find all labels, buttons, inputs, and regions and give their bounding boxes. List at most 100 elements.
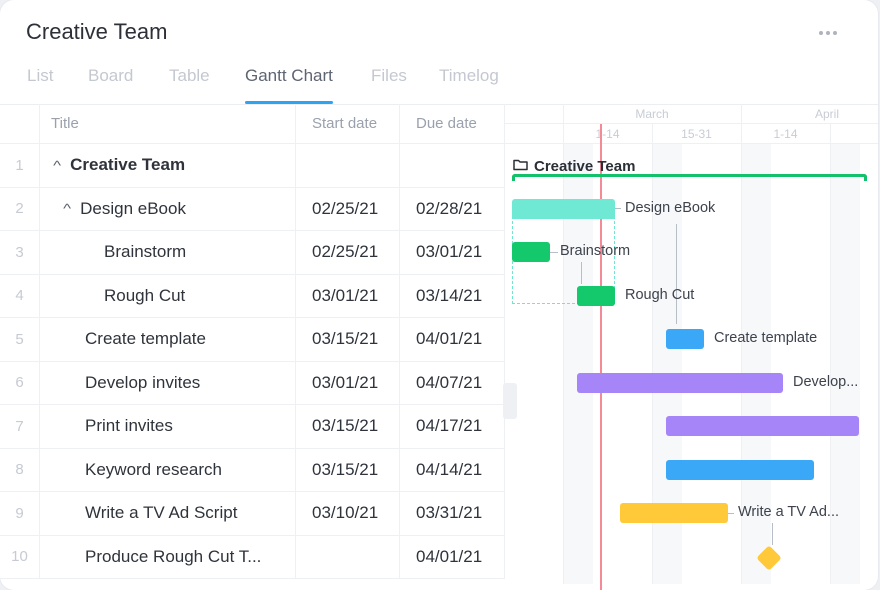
task-title: Write a TV Ad Script <box>85 503 238 523</box>
month-label-april: April <box>815 107 840 121</box>
task-title: Creative Team <box>70 155 186 175</box>
due-date-cell[interactable]: 04/17/21 <box>400 405 505 448</box>
folder-icon <box>513 158 528 175</box>
period-label: 1-14 <box>595 127 620 141</box>
task-title: Rough Cut <box>104 285 186 305</box>
title-cell[interactable]: Brainstorm <box>40 231 296 274</box>
table-row[interactable]: 2 ^ Design eBook 02/25/21 02/28/21 <box>0 187 505 231</box>
task-bar[interactable] <box>577 285 615 306</box>
task-bar-label: Write a TV Ad... <box>738 504 840 520</box>
start-date-cell[interactable]: 02/25/21 <box>296 231 400 274</box>
column-header-due-date[interactable]: Due date <box>400 104 505 143</box>
title-cell[interactable]: Write a TV Ad Script <box>40 492 296 535</box>
view-tabs: List Board Table Gantt Chart Files Timel… <box>0 66 878 104</box>
connector <box>615 208 621 209</box>
task-bar[interactable] <box>512 242 550 262</box>
row-number: 5 <box>0 318 40 361</box>
task-title: Produce Rough Cut T... <box>85 546 262 566</box>
column-header-start-date[interactable]: Start date <box>296 104 400 143</box>
task-title: Brainstorm <box>104 242 187 262</box>
grid-header: Title Start date Due date <box>0 104 505 144</box>
due-date-cell[interactable]: 04/01/21 <box>400 318 505 361</box>
task-bar[interactable] <box>620 503 728 523</box>
row-number: 4 <box>0 274 40 317</box>
table-row[interactable]: 8 Keyword research 03/15/21 04/14/21 <box>0 448 505 492</box>
dependency-arrow <box>581 262 582 284</box>
table-row[interactable]: 7 Print invites 03/15/21 04/17/21 <box>0 405 505 449</box>
due-date-cell[interactable]: 03/01/21 <box>400 231 505 274</box>
connector <box>728 513 734 514</box>
due-date-cell[interactable] <box>400 144 505 187</box>
period-label: 15-31 <box>681 127 712 141</box>
start-date-cell[interactable]: 03/15/21 <box>296 318 400 361</box>
due-date-cell[interactable]: 04/14/21 <box>400 448 505 491</box>
title-cell[interactable]: Keyword research <box>40 448 296 491</box>
project-title: Creative Team <box>26 19 168 44</box>
table-row[interactable]: 9 Write a TV Ad Script 03/10/21 03/31/21 <box>0 492 505 536</box>
timeline-month-header: March April <box>505 104 878 124</box>
due-date-cell[interactable]: 04/01/21 <box>400 535 505 578</box>
more-horizontal-icon[interactable] <box>819 31 837 35</box>
row-number: 7 <box>0 405 40 448</box>
task-title: Print invites <box>85 416 173 436</box>
row-number: 8 <box>0 448 40 491</box>
task-bar-label: Create template <box>714 330 818 346</box>
task-bar-label: Design eBook <box>625 199 716 216</box>
start-date-cell[interactable]: 03/15/21 <box>296 448 400 491</box>
row-number-header <box>0 104 40 143</box>
title-cell[interactable]: Develop invites <box>40 361 296 404</box>
title-cell[interactable]: ^ Design eBook <box>40 187 296 230</box>
collapse-caret-icon[interactable]: ^ <box>53 158 61 173</box>
row-number: 10 <box>0 535 40 578</box>
column-header-title[interactable]: Title <box>40 104 296 143</box>
task-bar[interactable] <box>512 198 615 219</box>
task-title: Design eBook <box>80 198 186 218</box>
task-title: Develop invites <box>85 372 201 392</box>
due-date-cell[interactable]: 02/28/21 <box>400 187 505 230</box>
gantt-panel: Creative Team List Board Table Gantt Cha… <box>0 0 878 590</box>
row-number: 9 <box>0 492 40 535</box>
task-bar[interactable] <box>666 459 814 480</box>
title-cell[interactable]: Rough Cut <box>40 274 296 317</box>
group-summary-bar[interactable] <box>512 174 867 181</box>
table-row[interactable]: 4 Rough Cut 03/01/21 03/14/21 <box>0 274 505 318</box>
collapse-caret-icon[interactable]: ^ <box>63 201 71 216</box>
start-date-cell[interactable]: 03/10/21 <box>296 492 400 535</box>
row-number: 1 <box>0 144 40 187</box>
tab-list[interactable]: List <box>27 66 53 104</box>
tab-gantt-chart[interactable]: Gantt Chart <box>245 66 333 104</box>
group-label-text: Creative Team <box>534 158 636 175</box>
today-marker <box>600 124 602 590</box>
tab-files[interactable]: Files <box>371 66 407 104</box>
period-label: 1-14 <box>773 127 798 141</box>
table-row[interactable]: 5 Create template 03/15/21 04/01/21 <box>0 318 505 362</box>
tab-board[interactable]: Board <box>88 66 133 104</box>
task-bar-label: Rough Cut <box>625 286 695 303</box>
dependency-arrow <box>676 224 677 324</box>
table-row[interactable]: 1 ^ Creative Team <box>0 144 505 188</box>
title-cell[interactable]: Create template <box>40 318 296 361</box>
task-bar[interactable] <box>577 372 783 393</box>
start-date-cell[interactable] <box>296 535 400 578</box>
due-date-cell[interactable]: 03/14/21 <box>400 274 505 317</box>
table-row[interactable]: 6 Develop invites 03/01/21 04/07/21 <box>0 361 505 405</box>
start-date-cell[interactable]: 03/15/21 <box>296 405 400 448</box>
start-date-cell[interactable] <box>296 144 400 187</box>
title-cell[interactable]: Produce Rough Cut T... <box>40 535 296 578</box>
row-number: 6 <box>0 361 40 404</box>
table-row[interactable]: 3 Brainstorm 02/25/21 03/01/21 <box>0 231 505 275</box>
start-date-cell[interactable]: 03/01/21 <box>296 274 400 317</box>
tab-timelog[interactable]: Timelog <box>439 66 499 104</box>
title-cell[interactable]: ^ Creative Team <box>40 144 296 187</box>
gantt-timeline: March April 1-14 15-31 1-14 Creative Tea… <box>505 104 878 590</box>
due-date-cell[interactable]: 04/07/21 <box>400 361 505 404</box>
table-row[interactable]: 10 Produce Rough Cut T... 04/01/21 <box>0 535 505 579</box>
due-date-cell[interactable]: 03/31/21 <box>400 492 505 535</box>
start-date-cell[interactable]: 02/25/21 <box>296 187 400 230</box>
tab-table[interactable]: Table <box>169 66 210 104</box>
title-cell[interactable]: Print invites <box>40 405 296 448</box>
task-bar[interactable] <box>666 329 704 349</box>
task-title: Keyword research <box>85 459 223 479</box>
start-date-cell[interactable]: 03/01/21 <box>296 361 400 404</box>
task-bar[interactable] <box>666 416 859 436</box>
